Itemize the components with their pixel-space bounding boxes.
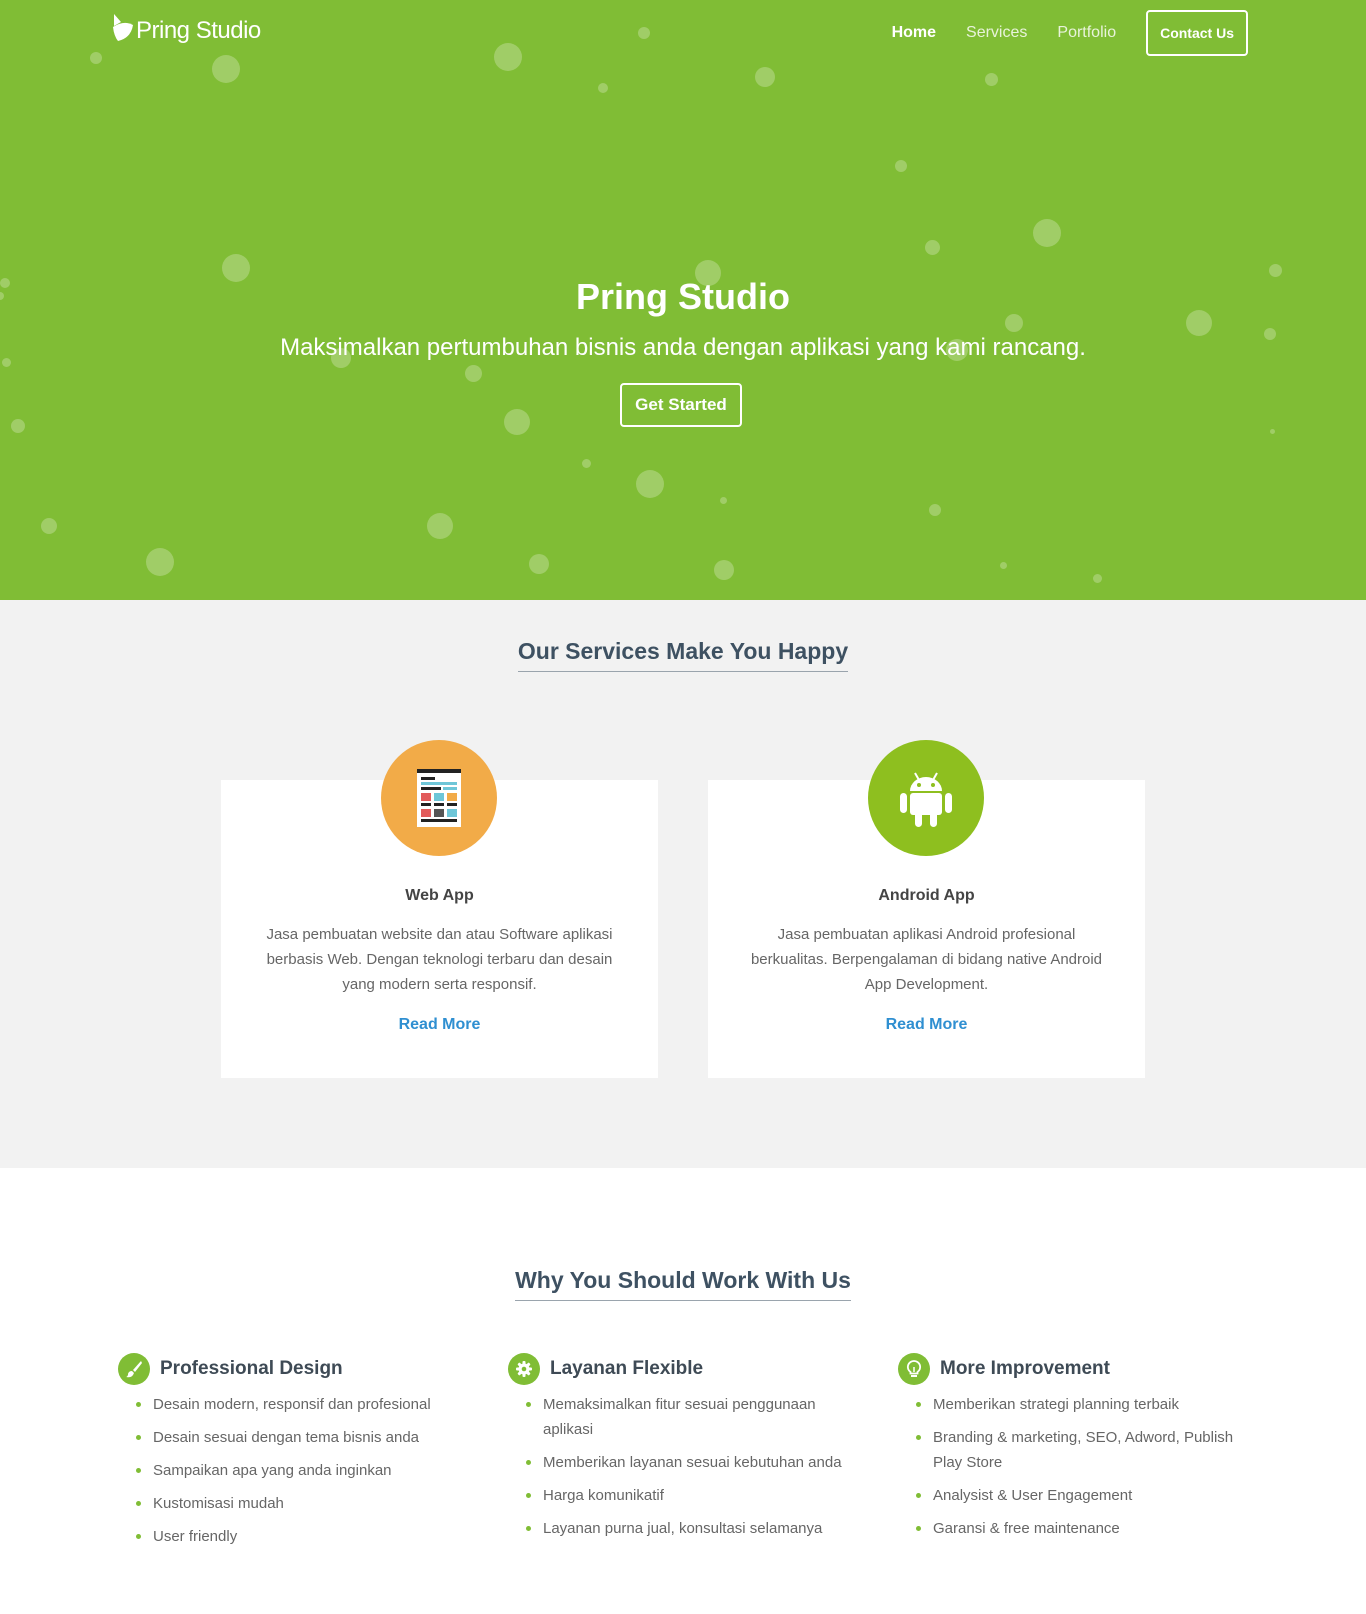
brand-name: Pring Studio	[136, 16, 261, 44]
services-section: Our Services Make You Happy Web App Jasa…	[0, 600, 1366, 1168]
service-card-title: Web App	[405, 887, 474, 904]
hero-bubble	[1269, 428, 1275, 434]
hero-subtitle: Maksimalkan pertumbuhan bisnis anda deng…	[280, 334, 1086, 361]
service-card-web-app: Web App Jasa pembuatan website dan atau …	[221, 740, 658, 1078]
lightbulb-icon	[898, 1353, 930, 1385]
hero-bubble	[929, 504, 941, 516]
hero-bubble	[638, 27, 650, 39]
hero-bubble	[146, 548, 174, 576]
list-item: Sampaikan apa yang anda inginkan	[136, 1458, 478, 1483]
why-list: Memaksimalkan fitur sesuai penggunaan ap…	[508, 1392, 868, 1541]
hero-bubble	[427, 513, 453, 539]
hero-bubble	[636, 470, 664, 498]
service-card-title: Android App	[878, 887, 975, 904]
list-item: Analysist & User Engagement	[916, 1483, 1258, 1508]
why-list: Memberikan strategi planning terbaik Bra…	[898, 1392, 1258, 1541]
hero-bubble	[529, 554, 549, 574]
hero-bubble	[719, 496, 727, 504]
why-heading-text: Why You Should Work With Us	[515, 1267, 851, 1301]
hero-title: Pring Studio	[576, 276, 790, 317]
main-nav: Home Services Portfolio Contact Us	[892, 10, 1248, 56]
hero-bubble	[1092, 573, 1102, 583]
list-item: User friendly	[136, 1524, 478, 1549]
android-app-read-more-link[interactable]: Read More	[708, 1016, 1145, 1034]
services-heading: Our Services Make You Happy	[0, 638, 1366, 672]
hero-bubble	[504, 409, 530, 435]
why-list: Desain modern, responsif dan profesional…	[118, 1392, 478, 1549]
why-column-title: Professional Design	[160, 1358, 343, 1379]
leaf-logo-icon	[112, 12, 136, 49]
why-column-professional-design: Professional Design Desain modern, respo…	[118, 1352, 478, 1557]
hero-bubble	[984, 72, 998, 86]
paintbrush-icon	[118, 1353, 150, 1385]
hero-bubble	[41, 518, 57, 534]
list-item: Garansi & free maintenance	[916, 1516, 1258, 1541]
get-started-button[interactable]: Get Started	[620, 383, 742, 427]
list-item: Desain sesuai dengan tema bisnis anda	[136, 1425, 478, 1450]
why-column-title: Layanan Flexible	[550, 1358, 704, 1379]
hero-bubble	[494, 43, 522, 71]
hero-bubble	[714, 560, 734, 580]
why-column-layanan-flexible: Layanan Flexible Memaksimalkan fitur ses…	[508, 1352, 868, 1549]
list-item: Memberikan strategi planning terbaik	[916, 1392, 1258, 1417]
brand-logo[interactable]: Pring Studio	[112, 12, 261, 49]
services-heading-text: Our Services Make You Happy	[517, 638, 849, 672]
web-app-icon	[381, 740, 497, 856]
hero-bubble	[895, 160, 907, 172]
why-column-title: More Improvement	[940, 1358, 1110, 1379]
hero-bubble	[11, 419, 25, 433]
why-heading: Why You Should Work With Us	[0, 1267, 1366, 1301]
list-item: Branding & marketing, SEO, Adword, Publi…	[916, 1425, 1258, 1475]
list-item: Desain modern, responsif dan profesional	[136, 1392, 478, 1417]
hero-bubble	[1033, 219, 1061, 247]
hero-bubble	[1268, 263, 1282, 277]
service-card-description: Jasa pembuatan website dan atau Software…	[266, 926, 613, 993]
hero-bubble	[598, 83, 608, 93]
gear-icon	[508, 1353, 540, 1385]
hero-section: Pring Studio Home Services Portfolio Con…	[0, 0, 1366, 600]
service-card-android-app: Android App Jasa pembuatan aplikasi Andr…	[708, 740, 1145, 1078]
nav-portfolio-link[interactable]: Portfolio	[1057, 24, 1116, 42]
why-column-more-improvement: More Improvement Memberikan strategi pla…	[898, 1352, 1258, 1549]
list-item: Memaksimalkan fitur sesuai penggunaan ap…	[526, 1392, 868, 1442]
hero-bubble	[755, 67, 775, 87]
hero-bubble	[464, 364, 482, 382]
web-app-read-more-link[interactable]: Read More	[221, 1016, 658, 1034]
hero-bubble	[581, 458, 591, 468]
list-item: Layanan purna jual, konsultasi selamanya	[526, 1516, 868, 1541]
hero-bubble	[212, 55, 240, 83]
android-icon	[868, 740, 984, 856]
hero-bubble	[999, 561, 1007, 569]
hero-bubble	[924, 239, 940, 255]
hero-bubble	[90, 52, 102, 64]
service-card-description: Jasa pembuatan aplikasi Android profesio…	[750, 926, 1103, 993]
nav-home-link[interactable]: Home	[892, 24, 936, 42]
contact-us-button[interactable]: Contact Us	[1146, 10, 1248, 56]
list-item: Kustomisasi mudah	[136, 1491, 478, 1516]
nav-services-link[interactable]: Services	[966, 24, 1027, 42]
list-item: Harga komunikatif	[526, 1483, 868, 1508]
list-item: Memberikan layanan sesuai kebutuhan anda	[526, 1450, 868, 1475]
